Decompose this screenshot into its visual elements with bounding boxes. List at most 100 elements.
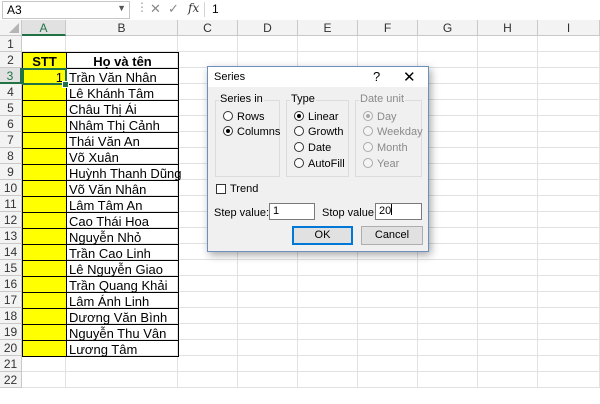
column-header-f[interactable]: F	[358, 20, 418, 36]
grid-cell[interactable]	[478, 164, 538, 180]
grid-cell[interactable]	[418, 372, 478, 388]
grid-cell[interactable]	[178, 356, 238, 372]
stt-cell[interactable]	[22, 148, 67, 165]
grid-cell[interactable]	[478, 36, 538, 52]
stt-cell[interactable]	[22, 116, 67, 133]
grid-cell[interactable]	[358, 372, 418, 388]
grid-cell[interactable]	[178, 308, 238, 324]
column-header-e[interactable]: E	[298, 20, 358, 36]
grid-cell[interactable]	[238, 36, 298, 52]
grid-cell[interactable]	[298, 356, 358, 372]
grid-cell[interactable]	[418, 260, 478, 276]
stt-cell[interactable]	[22, 228, 67, 245]
grid-cell[interactable]	[66, 356, 178, 372]
fill-handle[interactable]	[62, 81, 69, 88]
grid-cell[interactable]	[298, 276, 358, 292]
grid-cell[interactable]	[66, 372, 178, 388]
radio-weekday-indicator[interactable]	[363, 126, 373, 136]
radio-growth-indicator[interactable]	[294, 126, 304, 136]
grid-cell[interactable]	[238, 292, 298, 308]
grid-cell[interactable]	[478, 292, 538, 308]
row-header[interactable]: 18	[0, 308, 22, 324]
grid-cell[interactable]	[538, 340, 600, 356]
grid-cell[interactable]	[538, 292, 600, 308]
name-cell[interactable]: Trần Văn Nhân	[66, 68, 179, 85]
grid-cell[interactable]	[478, 244, 538, 260]
row-header[interactable]: 19	[0, 324, 22, 340]
grid-cell[interactable]	[22, 356, 66, 372]
name-cell[interactable]: Lâm Tâm An	[66, 196, 179, 213]
row-header[interactable]: 5	[0, 100, 22, 116]
radio-rows-indicator[interactable]	[223, 111, 233, 121]
insert-function-icon[interactable]: fx	[188, 1, 199, 15]
dialog-title-bar[interactable]: Series ? ✕	[208, 67, 428, 87]
stt-cell[interactable]	[22, 276, 67, 293]
row-header[interactable]: 16	[0, 276, 22, 292]
name-cell[interactable]: Nguyễn Nhỏ	[66, 228, 179, 245]
grid-cell[interactable]	[538, 276, 600, 292]
grid-cell[interactable]	[358, 292, 418, 308]
grid-cell[interactable]	[478, 84, 538, 100]
stt-cell[interactable]	[22, 308, 67, 325]
name-cell[interactable]: Nguyễn Thu Vân	[66, 324, 179, 341]
grid-cell[interactable]	[478, 276, 538, 292]
radio-year-indicator[interactable]	[363, 158, 373, 168]
stt-cell[interactable]	[22, 244, 67, 261]
grid-cell[interactable]	[358, 356, 418, 372]
trend-checkbox[interactable]	[216, 184, 226, 194]
name-cell[interactable]: Huỳnh Thanh Dũng	[66, 164, 182, 181]
grid-cell[interactable]	[538, 228, 600, 244]
row-header[interactable]: 4	[0, 84, 22, 100]
radio-linear-indicator[interactable]	[294, 111, 304, 121]
grid-cell[interactable]	[478, 180, 538, 196]
name-cell[interactable]: Lâm Ánh Linh	[66, 292, 179, 309]
grid-cell[interactable]	[538, 308, 600, 324]
row-header[interactable]: 9	[0, 164, 22, 180]
grid-cell[interactable]	[178, 340, 238, 356]
grid-cell[interactable]	[478, 148, 538, 164]
name-cell[interactable]: Lê Khánh Tâm	[66, 84, 179, 101]
grid-cell[interactable]	[538, 212, 600, 228]
row-header[interactable]: 8	[0, 148, 22, 164]
grid-cell[interactable]	[538, 244, 600, 260]
grid-cell[interactable]	[298, 308, 358, 324]
grid-cell[interactable]	[178, 260, 238, 276]
grid-cell[interactable]	[238, 324, 298, 340]
grid-cell[interactable]	[418, 308, 478, 324]
grid-cell[interactable]	[538, 356, 600, 372]
stt-cell[interactable]	[22, 212, 67, 229]
grid-cell[interactable]	[478, 68, 538, 84]
stt-cell[interactable]	[22, 196, 67, 213]
grid-cell[interactable]	[418, 292, 478, 308]
grid-cell[interactable]	[238, 340, 298, 356]
grid-cell[interactable]	[298, 372, 358, 388]
grid-cell[interactable]	[358, 276, 418, 292]
row-header[interactable]: 20	[0, 340, 22, 356]
stt-cell[interactable]	[22, 260, 67, 277]
row-header[interactable]: 13	[0, 228, 22, 244]
grid-cell[interactable]	[418, 36, 478, 52]
step-value-input[interactable]: 1	[269, 203, 315, 220]
stt-cell[interactable]	[22, 324, 67, 341]
grid-cell[interactable]	[538, 52, 600, 68]
grid-cell[interactable]	[298, 260, 358, 276]
row-header[interactable]: 6	[0, 116, 22, 132]
name-cell[interactable]: Lê Nguyễn Giao	[66, 260, 179, 277]
grid-cell[interactable]	[478, 308, 538, 324]
grid-cell[interactable]	[178, 372, 238, 388]
grid-cell[interactable]	[238, 260, 298, 276]
name-cell[interactable]: Võ Văn Nhân	[66, 180, 179, 197]
row-header[interactable]: 14	[0, 244, 22, 260]
name-cell[interactable]: Cao Thái Hoa	[66, 212, 179, 229]
grid-cell[interactable]	[478, 132, 538, 148]
stt-cell[interactable]	[22, 100, 67, 117]
grid-cell[interactable]	[298, 340, 358, 356]
grid-cell[interactable]	[178, 276, 238, 292]
grid-cell[interactable]	[478, 212, 538, 228]
grid-cell[interactable]	[478, 372, 538, 388]
grid-cell[interactable]	[478, 116, 538, 132]
grid-cell[interactable]	[418, 324, 478, 340]
grid-cell[interactable]	[298, 324, 358, 340]
name-cell[interactable]: Nhâm Thị Cảnh	[66, 116, 179, 133]
grid-cell[interactable]	[178, 36, 238, 52]
